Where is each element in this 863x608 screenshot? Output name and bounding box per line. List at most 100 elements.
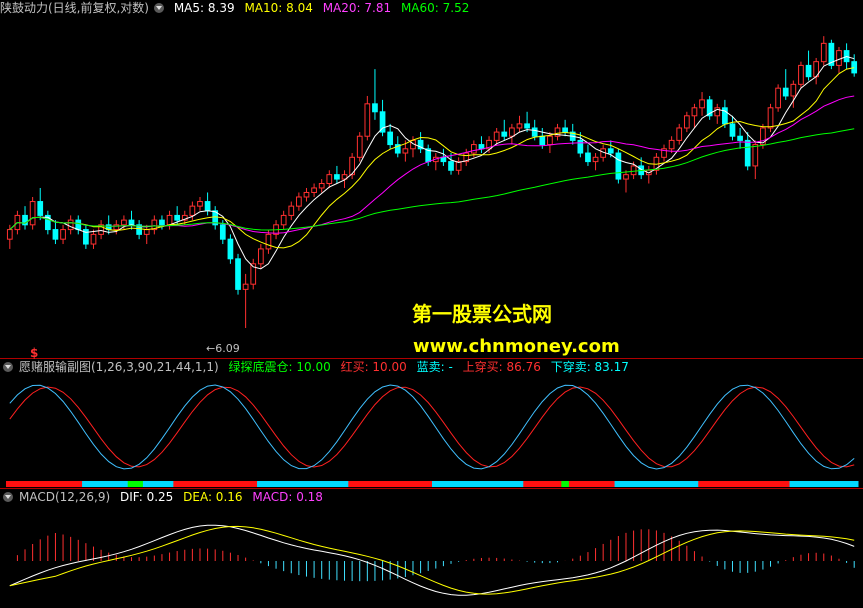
dropdown-icon[interactable]	[3, 492, 13, 502]
status-bar-cell	[804, 481, 813, 487]
candle-body	[470, 144, 477, 154]
status-bar-cell	[766, 481, 775, 487]
status-bar-cell	[257, 481, 266, 487]
ma10-label: MA10: 8.04	[244, 1, 313, 15]
candle-body	[121, 219, 127, 226]
status-bar-cell	[492, 481, 501, 487]
candle-body	[798, 64, 804, 85]
status-bar-cell	[667, 481, 676, 487]
status-bar-cell	[416, 481, 425, 487]
candle-body	[90, 233, 97, 245]
candle-body	[729, 123, 736, 137]
candle-body	[851, 61, 858, 74]
macd-chart[interactable]	[0, 489, 863, 608]
status-bar-cell	[409, 481, 418, 487]
status-bar-cell	[850, 481, 859, 487]
stock-title: 陕鼓动力(日线,前复权,对数)	[0, 1, 149, 15]
dif-line	[9, 524, 855, 596]
candle-body	[242, 283, 249, 290]
status-bar-cell	[523, 481, 532, 487]
status-bar-cell	[713, 481, 722, 487]
ma5-line	[9, 55, 855, 270]
dropdown-icon[interactable]	[3, 362, 13, 372]
status-bar-cell	[561, 481, 570, 487]
candle-body	[204, 201, 211, 212]
dea-line	[9, 525, 855, 595]
status-bar-cell	[424, 481, 433, 487]
indicator-down-label: 下穿卖: 83.17	[550, 360, 629, 374]
candle-body	[782, 87, 789, 97]
candle-body	[6, 229, 13, 240]
status-bar-cell	[743, 481, 752, 487]
indicator-blue-line	[9, 384, 855, 470]
ma5-label: MA5: 8.39	[173, 1, 235, 15]
status-bar-cell	[203, 481, 212, 487]
status-bar-cell	[325, 481, 334, 487]
candle-body	[585, 152, 591, 163]
candle-body	[699, 99, 705, 109]
status-bar-cell	[226, 481, 235, 487]
dropdown-icon[interactable]	[154, 3, 164, 13]
macd-dif-label: DIF: 0.25	[119, 490, 174, 504]
status-bar-cell	[378, 481, 387, 487]
indicator-chart[interactable]	[0, 359, 863, 489]
candle-body	[75, 219, 82, 231]
macd-panel[interactable]: MACD(12,26,9) DIF: 0.25 DEA: 0.16 MACD: …	[0, 488, 863, 608]
candle-body	[623, 174, 629, 180]
candle-body	[265, 233, 272, 250]
status-bar-cell	[690, 481, 699, 487]
candle-body	[524, 123, 530, 129]
status-bar-cell	[797, 481, 806, 487]
status-bar-cell	[196, 481, 205, 487]
status-bar-cell	[751, 481, 760, 487]
status-bar-cell	[789, 481, 798, 487]
status-bar-cell	[302, 481, 311, 487]
status-bar-cell	[568, 481, 578, 487]
status-bar-cell	[219, 481, 228, 487]
status-bar-cell	[51, 481, 60, 487]
candle-body	[166, 214, 173, 226]
candle-body	[668, 139, 675, 150]
status-bar-cell	[6, 481, 15, 487]
status-bar-cell	[89, 481, 98, 487]
status-bar-cell	[211, 481, 220, 487]
status-bar-cell	[82, 481, 91, 487]
status-bar-cell	[401, 481, 410, 487]
candle-body	[820, 42, 827, 63]
status-bar-cell	[637, 481, 646, 487]
candle-body	[607, 148, 614, 154]
indicator-green-label: 绿探底震仓: 10.00	[228, 360, 331, 374]
status-bar-cell	[759, 481, 768, 487]
status-bar-cell	[591, 481, 600, 487]
status-bar-cell	[234, 481, 243, 487]
status-bar-cell	[622, 481, 631, 487]
macd-dea-label: DEA: 0.16	[183, 490, 243, 504]
candle-body	[356, 135, 363, 158]
candle-body	[197, 201, 203, 207]
candle-body	[562, 127, 568, 133]
candle-body	[303, 191, 310, 198]
status-bar-cell	[104, 481, 113, 487]
candle-body	[318, 183, 325, 189]
candle-body	[60, 229, 66, 240]
status-bar-cell	[13, 481, 22, 487]
candle-body	[67, 219, 74, 231]
ma60-label: MA60: 7.52	[400, 1, 470, 15]
status-bar-cell	[629, 481, 638, 487]
status-bar-cell	[538, 481, 547, 487]
status-bar-cell	[432, 481, 441, 487]
candle-body	[387, 131, 394, 146]
status-bar-cell	[272, 481, 281, 487]
status-bar-cell	[546, 481, 555, 487]
status-bar-cell	[340, 481, 349, 487]
status-bar-cell	[295, 481, 304, 487]
watermark-url: www.chnmoney.com	[413, 336, 620, 357]
status-bar-cell	[842, 481, 851, 487]
status-bar-cell	[660, 481, 669, 487]
candle-body	[189, 205, 196, 216]
status-bar-cell	[652, 481, 661, 487]
status-bar-cell	[675, 481, 684, 487]
candle-body	[280, 214, 287, 226]
indicator-panel[interactable]: 愿赌服输副图(1,26,3,90,21,44,1,1) 绿探底震仓: 10.00…	[0, 358, 863, 489]
candle-body	[509, 127, 515, 137]
